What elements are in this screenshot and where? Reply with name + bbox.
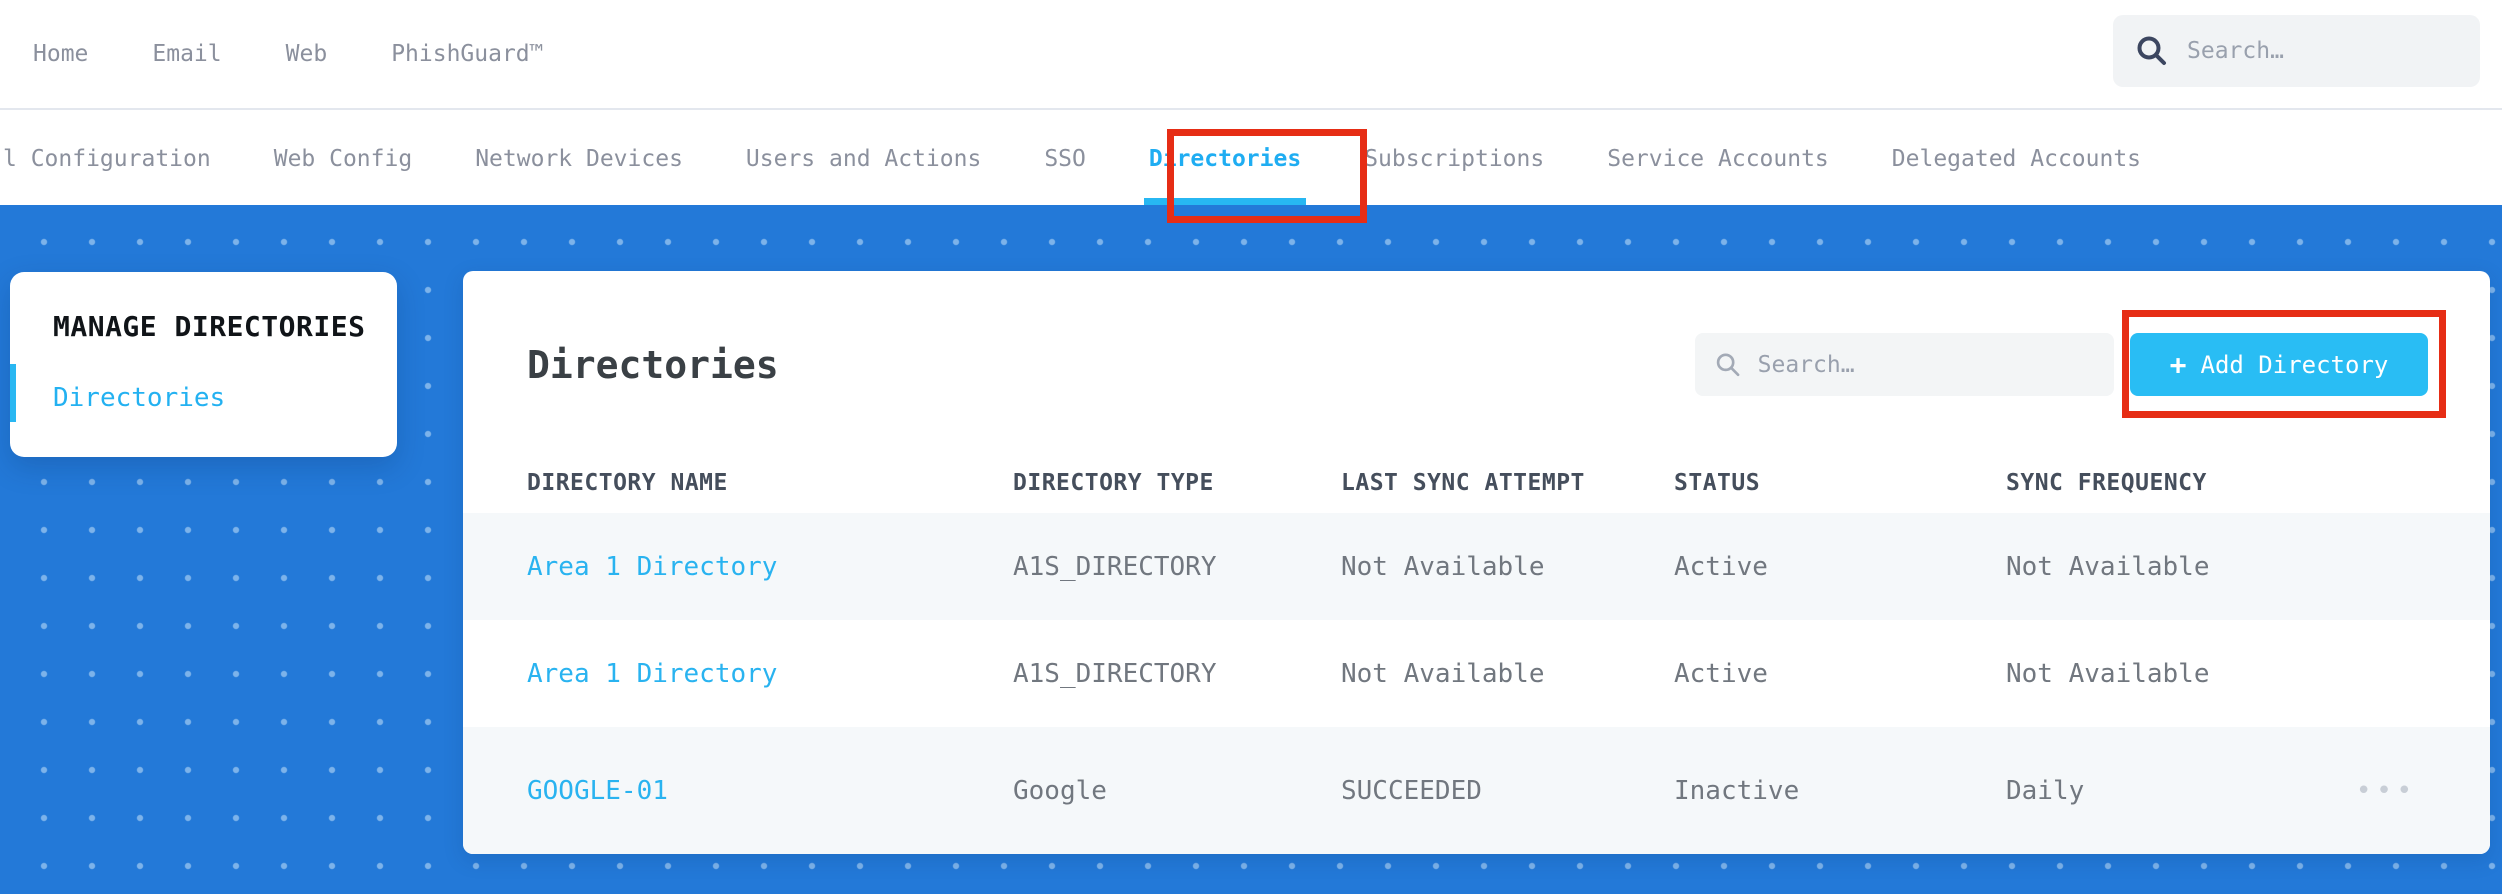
tab-users-and-actions[interactable]: Users and Actions [746,112,981,205]
sidebar-title: MANAGE DIRECTORIES [53,310,366,343]
status-cell: Active [1674,658,1768,689]
table-row: Area 1 Directory A1S_DIRECTORY Not Avail… [463,513,2490,620]
tab-subscriptions[interactable]: Subscriptions [1364,112,1544,205]
search-icon [2137,36,2166,65]
main-card-header: Directories + Add Directory [463,271,2490,452]
last-sync-cell: SUCCEEDED [1341,776,1482,806]
table-row: Area 1 Directory A1S_DIRECTORY Not Avail… [463,620,2490,727]
nav-item-web[interactable]: Web [286,41,328,67]
directory-type-cell: Google [1013,776,1107,806]
tab-network-devices[interactable]: Network Devices [475,112,683,205]
top-nav-items: Home Email Web PhishGuard™ [0,41,544,67]
add-directory-button[interactable]: + Add Directory [2130,333,2428,396]
nav-item-email[interactable]: Email [152,41,221,67]
global-search-input[interactable] [2187,38,2458,64]
ellipsis-icon[interactable]: ••• [2356,778,2417,804]
tab-email-configuration[interactable]: l Configuration [3,112,211,205]
column-header-last-sync-attempt: LAST SYNC ATTEMPT [1341,469,1585,496]
directories-table: DIRECTORY NAME DIRECTORY TYPE LAST SYNC … [463,452,2490,854]
sync-frequency-cell: Not Available [2006,551,2210,582]
nav-item-phishguard[interactable]: PhishGuard™ [391,41,543,67]
directory-name-link[interactable]: GOOGLE-01 [527,776,1013,806]
tab-sso[interactable]: SSO [1044,112,1086,205]
status-cell: Inactive [1674,776,1800,806]
nav-item-home[interactable]: Home [33,41,88,67]
page-title: Directories [527,343,779,387]
directory-search-input[interactable] [1757,351,2094,378]
global-search[interactable] [2113,15,2480,87]
add-directory-button-label: Add Directory [2200,350,2389,379]
top-nav: Home Email Web PhishGuard™ [0,0,2502,110]
column-header-directory-name: DIRECTORY NAME [527,469,728,496]
last-sync-cell: Not Available [1341,551,1545,582]
sidebar-item-directories[interactable]: Directories [53,383,367,413]
directory-name-link[interactable]: Area 1 Directory [527,659,1013,689]
directory-search[interactable] [1695,333,2114,396]
tab-web-config[interactable]: Web Config [274,112,412,205]
last-sync-cell: Not Available [1341,658,1545,689]
row-actions: ••• [2356,778,2490,804]
search-icon [1716,352,1740,376]
sidebar-active-item-bar [10,364,16,422]
directory-name-link[interactable]: Area 1 Directory [527,552,1013,582]
plus-icon: + [2169,347,2187,381]
directory-type-cell: A1S_DIRECTORY [1013,658,1217,689]
column-header-sync-frequency: SYNC FREQUENCY [2006,469,2207,496]
column-header-status: STATUS [1674,469,1761,496]
sync-frequency-cell: Not Available [2006,658,2210,689]
tab-delegated-accounts[interactable]: Delegated Accounts [1892,112,2141,205]
tab-directories-label: Directories [1148,145,1302,172]
column-header-directory-type: DIRECTORY TYPE [1013,469,1214,496]
status-cell: Active [1674,551,1768,582]
tab-directories[interactable]: Directories [1143,112,1307,205]
table-header-row: DIRECTORY NAME DIRECTORY TYPE LAST SYNC … [463,452,2490,513]
table-row: GOOGLE-01 Google SUCCEEDED Inactive Dail… [463,727,2490,854]
tab-bar: l Configuration Web Config Network Devic… [0,112,2502,205]
sync-frequency-cell: Daily [2006,776,2085,806]
main-card: Directories + Add Directory DIRECTORY NA… [463,271,2490,854]
directory-type-cell: A1S_DIRECTORY [1013,551,1217,582]
app-root: Home Email Web PhishGuard™ l Configurati… [0,0,2502,894]
sidebar-card: MANAGE DIRECTORIES Directories [10,272,397,457]
active-tab-underline [1143,198,1307,205]
tab-service-accounts[interactable]: Service Accounts [1607,112,1829,205]
